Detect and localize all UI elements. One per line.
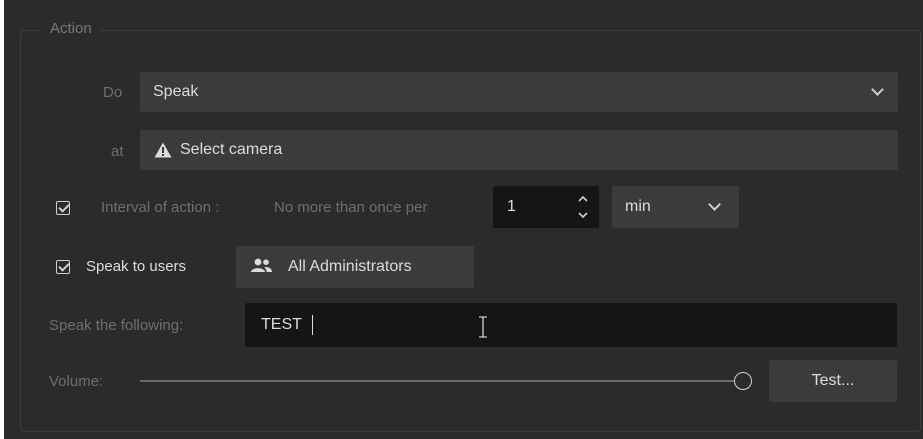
warning-icon: [154, 142, 172, 158]
speak-to-users-label[interactable]: Speak to users: [86, 258, 186, 275]
interval-label: Interval of action :: [101, 199, 220, 216]
test-button-label: Test...: [811, 372, 855, 389]
interval-checkbox[interactable]: [56, 201, 70, 215]
speak-text-input[interactable]: TEST: [245, 303, 897, 347]
group-title: Action: [42, 20, 100, 37]
text-cursor-icon: [479, 316, 487, 338]
test-button[interactable]: Test...: [769, 360, 897, 402]
volume-slider-handle[interactable]: [734, 372, 752, 390]
speak-text-value: TEST: [261, 316, 302, 333]
spin-arrows-icon[interactable]: [578, 194, 588, 220]
action-type-value: Speak: [153, 83, 199, 100]
chevron-down-icon: [871, 83, 884, 96]
text-caret: [312, 315, 313, 335]
interval-unit-dropdown[interactable]: min: [612, 186, 739, 228]
speak-text-label: Speak the following:: [49, 317, 184, 334]
volume-slider-track[interactable]: [140, 380, 736, 382]
volume-label: Volume:: [49, 373, 104, 390]
users-select-button[interactable]: All Administrators: [236, 246, 474, 288]
interval-unit-value: min: [625, 198, 651, 215]
do-label: Do: [103, 84, 123, 101]
select-camera-label: Select camera: [180, 141, 283, 158]
users-icon: [251, 258, 272, 272]
interval-amount-spinbox[interactable]: 1: [493, 186, 599, 228]
interval-amount-value: 1: [507, 198, 516, 215]
at-label: at: [111, 143, 124, 160]
select-camera-button[interactable]: Select camera: [140, 130, 898, 170]
action-type-dropdown[interactable]: Speak: [140, 72, 898, 112]
speak-to-users-checkbox[interactable]: [56, 260, 70, 274]
chevron-down-icon: [708, 198, 721, 211]
interval-prefix-label: No more than once per: [274, 199, 428, 216]
users-select-label: All Administrators: [288, 258, 412, 275]
